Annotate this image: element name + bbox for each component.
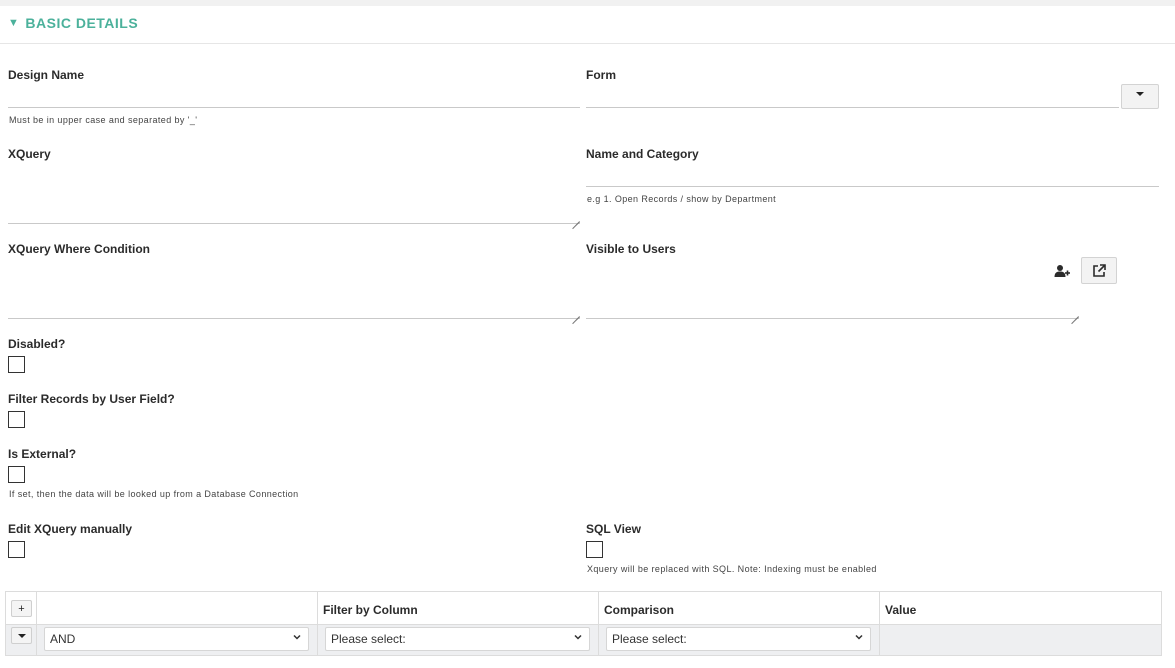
form-dropdown-button[interactable] (1121, 84, 1159, 109)
row-menu-button[interactable] (11, 627, 32, 644)
filter-column-select-value: Please select: (331, 632, 406, 646)
resize-handle-icon[interactable] (572, 310, 580, 318)
add-row-button[interactable]: + (11, 600, 32, 617)
top-strip (0, 0, 1175, 6)
external-link-icon (1093, 263, 1106, 277)
open-external-button[interactable] (1081, 257, 1117, 284)
design-name-label: Design Name (8, 68, 85, 82)
plus-icon: + (18, 602, 25, 615)
value-cell[interactable] (880, 625, 1161, 655)
chevron-down-icon (855, 634, 863, 640)
xquery-textarea[interactable] (8, 168, 580, 224)
logic-select-value: AND (50, 632, 76, 646)
logic-select[interactable]: AND (44, 627, 309, 651)
sql-view-checkbox[interactable] (586, 541, 603, 558)
resize-handle-icon[interactable] (572, 215, 580, 223)
filter-records-label: Filter Records by User Field? (8, 392, 175, 406)
visible-users-label: Visible to Users (586, 242, 676, 256)
column-header-logic (37, 592, 318, 624)
disabled-label: Disabled? (8, 337, 66, 351)
name-category-label: Name and Category (586, 147, 699, 161)
triangle-down-icon: ▼ (8, 17, 20, 29)
resize-handle-icon[interactable] (1071, 310, 1079, 318)
chevron-down-icon (293, 634, 301, 640)
name-category-input[interactable] (586, 186, 1159, 187)
column-header-value: Value (885, 603, 917, 617)
filter-records-checkbox[interactable] (8, 411, 25, 428)
caret-down-icon (17, 633, 26, 638)
sql-view-hint: Xquery will be replaced with SQL. Note: … (587, 564, 877, 574)
design-name-input[interactable] (8, 107, 580, 108)
form-input[interactable] (586, 107, 1119, 108)
section-title: BASIC DETAILS (25, 15, 139, 31)
xquery-label: XQuery (8, 147, 51, 161)
caret-down-icon (1136, 91, 1144, 96)
is-external-hint: If set, then the data will be looked up … (9, 489, 299, 499)
design-name-hint: Must be in upper case and separated by '… (9, 115, 198, 125)
edit-manual-label: Edit XQuery manually (8, 522, 133, 536)
form-label: Form (586, 68, 616, 82)
section-header-basic-details[interactable]: ▼ BASIC DETAILS (8, 15, 138, 31)
xquery-where-label: XQuery Where Condition (8, 242, 151, 256)
column-divider (598, 592, 599, 655)
column-header-comparison: Comparison (604, 603, 675, 617)
is-external-checkbox[interactable] (8, 466, 25, 483)
add-user-icon[interactable] (1054, 264, 1070, 278)
visible-users-textarea[interactable] (586, 262, 1079, 319)
filter-table: Filter by Column Comparison Value + AND … (5, 591, 1162, 656)
comparison-select[interactable]: Please select: (606, 627, 871, 651)
edit-manual-checkbox[interactable] (8, 541, 25, 558)
comparison-select-value: Please select: (612, 632, 687, 646)
filter-column-select[interactable]: Please select: (325, 627, 590, 651)
xquery-where-textarea[interactable] (8, 262, 580, 319)
section-divider (0, 43, 1175, 44)
column-divider (36, 592, 37, 655)
column-divider (317, 592, 318, 655)
name-category-hint: e.g 1. Open Records / show by Department (587, 194, 777, 204)
column-header-filter-by-column: Filter by Column (323, 603, 418, 617)
chevron-down-icon (574, 634, 582, 640)
disabled-checkbox[interactable] (8, 356, 25, 373)
is-external-label: Is External? (8, 447, 77, 461)
sql-view-label: SQL View (586, 522, 641, 536)
